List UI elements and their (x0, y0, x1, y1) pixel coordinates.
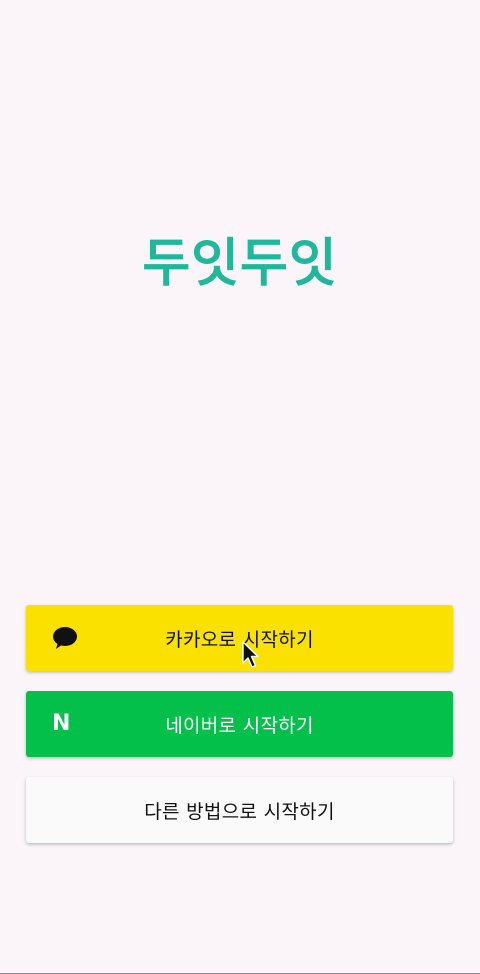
naver-login-label: 네이버로 시작하기 (165, 714, 314, 737)
kakao-login-button[interactable]: 카카오로 시작하기 (26, 605, 453, 671)
naver-login-button[interactable]: N 네이버로 시작하기 (26, 691, 453, 757)
naver-n-icon: N (52, 711, 71, 736)
other-login-button[interactable]: 다른 방법으로 시작하기 (26, 777, 453, 843)
other-login-label: 다른 방법으로 시작하기 (144, 800, 335, 823)
mouse-cursor-icon (242, 641, 259, 668)
speech-bubble-icon (52, 626, 78, 650)
app-title: 두잇두잇 (142, 234, 338, 294)
kakao-login-label: 카카오로 시작하기 (165, 628, 314, 651)
